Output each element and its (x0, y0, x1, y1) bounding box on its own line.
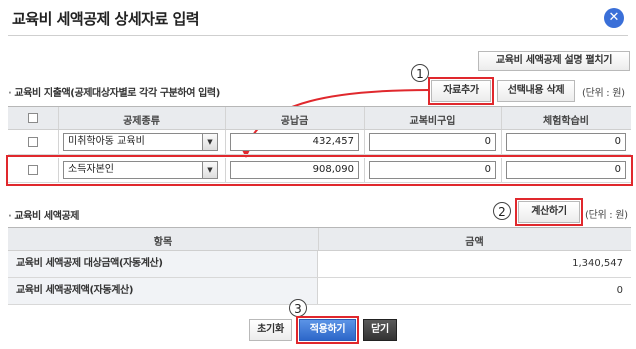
field-trip-input[interactable]: 0 (506, 133, 626, 151)
col-amount: 금액 (465, 237, 484, 248)
tax-row-label: 교육비 세액공제액(자동계산) (8, 278, 318, 304)
deduction-type-value: 미취학아동 교육비 (68, 136, 145, 147)
col-uniform: 교복비구입 (409, 116, 456, 127)
tax-row-value: 1,340,547 (572, 258, 623, 269)
unit-label: (단위 : 원) (585, 210, 628, 221)
col-tuition: 공납금 (280, 116, 309, 127)
deduction-type-select[interactable]: 미취학아동 교육비 ▼ (63, 133, 218, 151)
tax-row-value: 0 (616, 285, 623, 296)
tax-table-header: 항목 금액 (8, 227, 631, 251)
expense-table-header: 공제종류 공납금 교복비구입 체험학습비 (8, 106, 631, 130)
step-marker-2: 2 (493, 202, 511, 220)
col-field-trip: 체험학습비 (543, 116, 589, 127)
table-row: 교육비 세액공제 대상금액(자동계산) 1,340,547 (8, 251, 631, 278)
table-row: 교육비 세액공제액(자동계산) 0 (8, 278, 631, 305)
close-button[interactable]: 닫기 (363, 319, 397, 341)
row-checkbox[interactable] (28, 137, 38, 147)
calculate-button[interactable]: 계산하기 (518, 201, 580, 223)
uniform-input[interactable]: 0 (369, 133, 496, 151)
reset-button[interactable]: 초기화 (249, 319, 292, 341)
col-deduction-type: 공제종류 (123, 116, 160, 127)
tax-row-label: 교육비 세액공제 대상금액(자동계산) (8, 251, 318, 277)
apply-button[interactable]: 적용하기 (299, 319, 356, 341)
chevron-down-icon: ▼ (202, 134, 217, 150)
step-marker-3: 3 (289, 299, 307, 317)
select-all-checkbox[interactable] (28, 113, 38, 123)
tuition-input[interactable]: 432,457 (230, 133, 359, 151)
section-tax-credit: · 교육비 세액공제 (8, 207, 79, 222)
col-item: 항목 (153, 237, 173, 248)
bullet-icon: · (8, 211, 12, 222)
section-tax-credit-label: 교육비 세액공제 (14, 211, 80, 222)
highlight-row (6, 155, 633, 186)
table-row: 미취학아동 교육비 ▼ 432,457 0 0 (8, 130, 631, 155)
